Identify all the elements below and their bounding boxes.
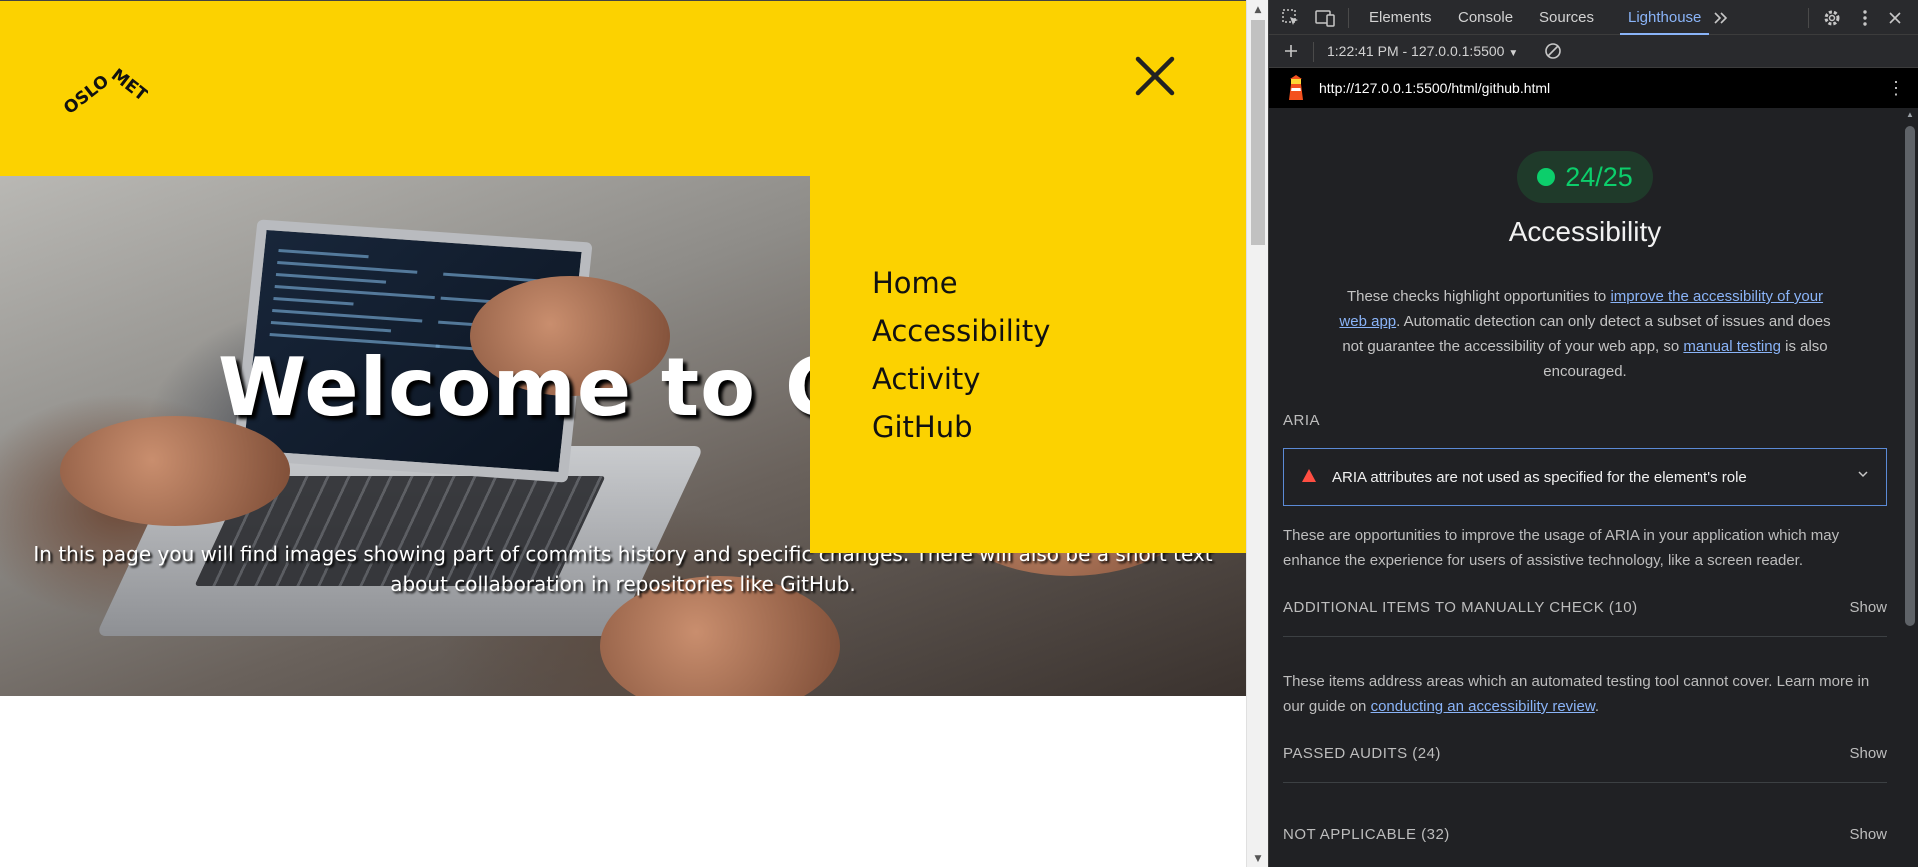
audit-title: ARIA attributes are not used as specifie… [1332,469,1747,486]
tab-console[interactable]: Console [1458,0,1513,35]
report-menu-icon[interactable]: ⋮ [1887,74,1905,102]
tab-elements[interactable]: Elements [1369,0,1432,35]
nav-item-activity[interactable]: Activity [872,362,980,396]
passed-audits-show-toggle[interactable]: Show [1849,731,1887,777]
nav-item-home[interactable]: Home [872,266,958,300]
lighthouse-logo-icon [1289,75,1303,100]
category-title: Accessibility [1508,216,1662,247]
fail-triangle-icon [1302,469,1316,482]
dropdown-arrow-icon: ▼ [1508,48,1519,59]
close-icon[interactable] [1883,6,1907,30]
passed-audits-clump[interactable]: PASSED AUDITS (24) Show [1283,731,1887,783]
add-icon[interactable] [1279,39,1303,63]
svg-text:MET: MET [107,65,148,106]
aria-group-title: ARIA [1283,412,1321,429]
nav-menu-overlay: Home Accessibility Activity GitHub [810,176,1246,553]
page-scroll-thumb[interactable] [1251,20,1265,245]
inspect-element-icon[interactable] [1279,6,1303,30]
manual-checks-description: These items address areas which an autom… [1283,669,1887,719]
web-page-viewport: OSLO MET Welcome to G In this page you w… [0,0,1246,867]
aria-group-description: These are opportunities to improve the u… [1283,527,1840,569]
manual-checks-description-text: . [1594,698,1600,715]
passed-audits-title: PASSED AUDITS (24) [1283,745,1441,762]
not-applicable-title: NOT APPLICABLE (32) [1283,826,1450,843]
clear-icon[interactable] [1541,39,1565,63]
category-description-text: These checks highlight opportunities to [1346,288,1611,305]
not-applicable-clump[interactable]: NOT APPLICABLE (32) Show [1283,812,1887,864]
audit-aria-allowed-role[interactable]: ARIA attributes are not used as specifie… [1283,448,1887,506]
accessibility-review-link[interactable]: conducting an accessibility review [1371,698,1595,715]
scroll-up-arrow-icon[interactable]: ▲ [1247,2,1269,18]
report-scrollbar[interactable]: ▲ [1901,108,1918,867]
report-url-bar: http://127.0.0.1:5500/html/github.html ⋮ [1269,68,1918,108]
more-options-icon[interactable] [1853,6,1877,30]
settings-icon[interactable] [1820,6,1844,30]
not-applicable-show-toggle[interactable]: Show [1849,812,1887,858]
score-status-dot [1537,168,1556,186]
page-scrollbar[interactable]: ▲ ▼ [1246,0,1268,867]
scroll-up-arrow-icon[interactable]: ▲ [1901,108,1918,122]
scroll-down-arrow-icon[interactable]: ▼ [1247,851,1269,867]
chevron-down-icon [1858,471,1868,478]
svg-text:OSLO: OSLO [60,71,113,118]
manual-testing-link[interactable]: manual testing [1683,338,1781,355]
score-value: 24/25 [1565,161,1633,192]
devtools-panel: Elements Console Sources Lighthouse 1:22… [1268,0,1918,867]
tab-separator [1808,8,1809,28]
report-select[interactable]: 1:22:41 PM - 127.0.0.1:5500 ▼ [1327,35,1518,68]
more-tabs-icon[interactable] [1709,6,1733,30]
site-header: OSLO MET [0,1,1246,176]
nav-item-accessibility[interactable]: Accessibility [872,314,1050,348]
nav-item-github[interactable]: GitHub [872,410,973,444]
report-url[interactable]: http://127.0.0.1:5500/html/github.html [1319,68,1550,108]
lighthouse-toolbar: 1:22:41 PM - 127.0.0.1:5500 ▼ [1269,35,1918,68]
close-menu-icon[interactable] [1132,53,1178,99]
device-toolbar-icon[interactable] [1313,6,1337,30]
tab-separator [1348,8,1349,28]
manual-checks-title: ADDITIONAL ITEMS TO MANUALLY CHECK (10) [1283,599,1638,616]
tab-sources[interactable]: Sources [1539,0,1594,35]
score-gauge: 24/25 [1517,151,1653,203]
oslomet-logo[interactable]: OSLO MET [58,63,148,123]
tab-lighthouse[interactable]: Lighthouse [1620,0,1710,35]
report-scroll-thumb[interactable] [1905,126,1915,626]
manual-checks-clump[interactable]: ADDITIONAL ITEMS TO MANUALLY CHECK (10) … [1283,585,1887,637]
devtools-tab-bar: Elements Console Sources Lighthouse [1269,0,1918,35]
report-select-label: 1:22:41 PM - 127.0.0.1:5500 [1327,43,1505,59]
hero-title: Welcome to G [218,341,852,434]
category-description: These checks highlight opportunities to … [1335,284,1835,384]
manual-checks-show-toggle[interactable]: Show [1849,585,1887,631]
toolbar-separator [1313,42,1314,62]
lighthouse-report: 24/25 Accessibility These checks highlig… [1269,108,1901,867]
